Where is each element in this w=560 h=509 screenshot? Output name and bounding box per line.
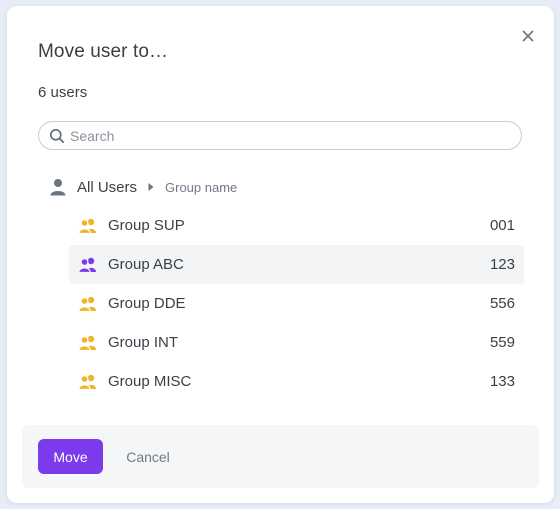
breadcrumb-current: Group name — [165, 179, 238, 195]
user-count: 6 users — [38, 84, 88, 101]
search-box[interactable] — [38, 121, 522, 150]
group-row-selected[interactable]: Group ABC 123 — [69, 245, 524, 284]
group-number: 123 — [489, 256, 515, 273]
group-row[interactable]: Group INT 559 — [69, 323, 524, 362]
group-name: Group DDE — [108, 295, 186, 312]
dialog-title: Move user to… — [38, 41, 169, 62]
search-icon — [49, 128, 65, 144]
group-row[interactable]: Group DDE 556 — [69, 284, 524, 323]
users-icon — [78, 257, 98, 273]
user-icon — [50, 178, 66, 196]
group-name: Group INT — [108, 334, 179, 351]
move-user-dialog: Move user to… 6 users All Users — [7, 6, 554, 503]
group-number: 559 — [489, 334, 515, 351]
breadcrumb-all-users[interactable]: All Users — [77, 179, 137, 196]
breadcrumb: All Users Group name — [50, 176, 237, 198]
close-button[interactable] — [518, 26, 538, 46]
group-name: Group ABC — [108, 256, 184, 273]
cancel-button[interactable]: Cancel — [114, 439, 182, 474]
move-button[interactable]: Move — [38, 439, 103, 474]
group-row[interactable]: Group MISC 133 — [69, 362, 524, 401]
users-icon — [78, 374, 98, 390]
users-icon — [78, 218, 98, 234]
group-row[interactable]: Group SUP 001 — [69, 206, 524, 245]
group-number: 001 — [489, 217, 515, 234]
group-name: Group SUP — [108, 217, 185, 234]
dialog-footer: Move Cancel — [22, 425, 539, 488]
group-number: 133 — [489, 373, 515, 390]
users-icon — [78, 296, 98, 312]
group-name: Group MISC — [108, 373, 192, 390]
users-icon — [78, 335, 98, 351]
group-number: 556 — [489, 295, 515, 312]
close-icon — [522, 30, 534, 42]
caret-right-icon — [147, 182, 155, 192]
search-input[interactable] — [70, 127, 490, 144]
group-list: Group SUP 001 Group ABC 123 Group DDE 55… — [69, 206, 524, 401]
